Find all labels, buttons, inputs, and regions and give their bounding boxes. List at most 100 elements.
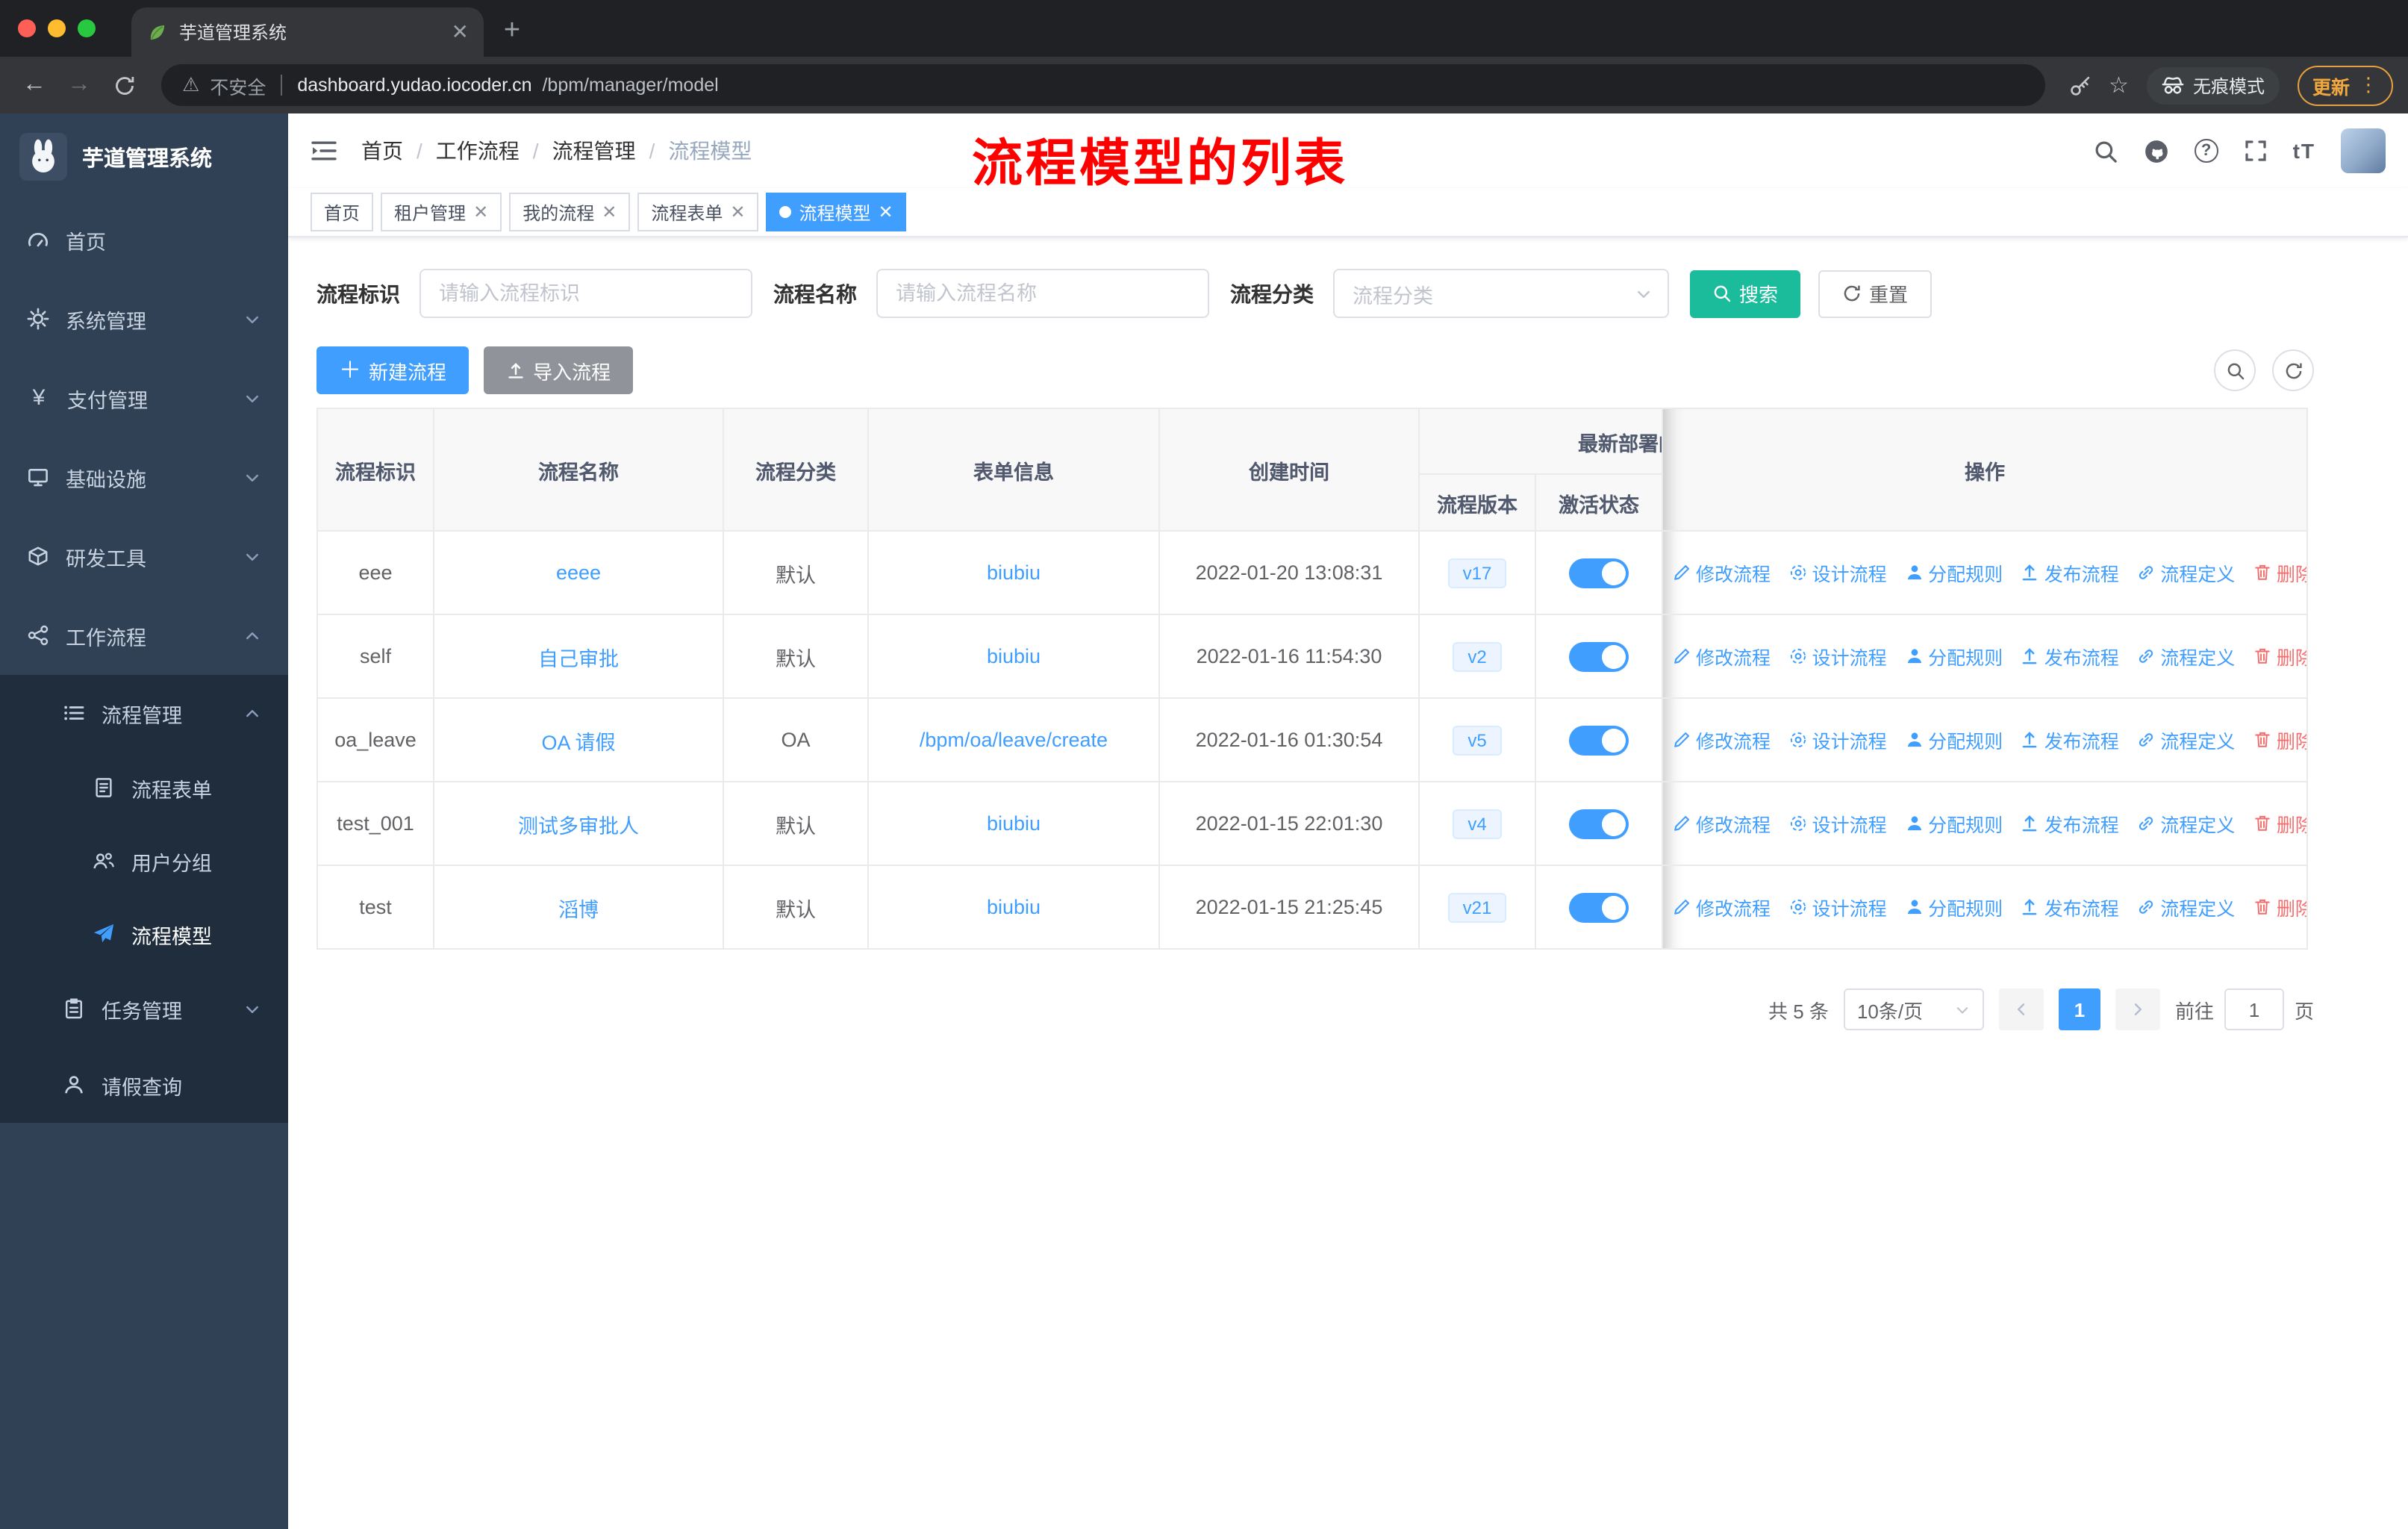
action-process-definition[interactable]: 流程定义 — [2136, 809, 2235, 838]
form-info-link[interactable]: biubiu — [987, 812, 1041, 835]
action-design-process[interactable]: 设计流程 — [1788, 809, 1887, 838]
action-design-process[interactable]: 设计流程 — [1788, 726, 1887, 754]
sidebar-item-home[interactable]: 首页 — [0, 200, 288, 279]
import-process-button[interactable]: 导入流程 — [484, 346, 634, 394]
create-process-button[interactable]: ＋ 新建流程 — [316, 346, 470, 394]
sidebar-item-user-group[interactable]: 用户分组 — [0, 824, 288, 897]
active-state-toggle[interactable] — [1569, 558, 1629, 588]
help-icon[interactable]: ? — [2194, 139, 2218, 163]
address-bar[interactable]: ⚠ 不安全 dashboard.yudao.iocoder.cn /bpm/ma… — [161, 64, 2045, 106]
browser-menu-update-button[interactable]: 更新 ⋮ — [2297, 65, 2393, 105]
action-edit-process[interactable]: 修改流程 — [1672, 558, 1771, 587]
action-delete[interactable]: 删除 — [2253, 893, 2306, 921]
search-icon[interactable] — [2093, 138, 2118, 164]
form-info-link[interactable]: biubiu — [987, 645, 1041, 667]
action-edit-process[interactable]: 修改流程 — [1672, 642, 1771, 670]
action-assign-rule[interactable]: 分配规则 — [1904, 809, 2003, 838]
sidebar-item-system[interactable]: 系统管理 — [0, 279, 288, 358]
action-delete[interactable]: 删除 — [2253, 558, 2306, 587]
sidebar-item-infra[interactable]: 基础设施 — [0, 437, 288, 517]
action-delete[interactable]: 删除 — [2253, 642, 2306, 670]
reset-button[interactable]: 重置 — [1818, 270, 1933, 317]
forward-button[interactable]: → — [60, 66, 99, 105]
action-assign-rule[interactable]: 分配规则 — [1904, 726, 2003, 754]
action-process-definition[interactable]: 流程定义 — [2136, 893, 2235, 921]
bookmark-star-icon[interactable]: ☆ — [2109, 72, 2129, 99]
next-page-button[interactable] — [2115, 988, 2160, 1030]
fullscreen-icon[interactable] — [2244, 139, 2268, 163]
sidebar-item-workflow[interactable]: 工作流程 — [0, 596, 288, 675]
back-button[interactable]: ← — [15, 66, 54, 105]
prev-page-button[interactable] — [1998, 988, 2044, 1030]
tag-my-process[interactable]: 我的流程 ✕ — [509, 193, 631, 231]
sidebar-collapse-icon[interactable] — [311, 139, 337, 163]
minimize-window-button[interactable] — [48, 19, 66, 37]
goto-page-input[interactable] — [2224, 988, 2284, 1030]
sidebar-item-devtools[interactable]: 研发工具 — [0, 517, 288, 596]
sidebar-item-process-form[interactable]: 流程表单 — [0, 751, 288, 824]
process-key-input[interactable] — [419, 269, 752, 318]
breadcrumb-workflow[interactable]: 工作流程 — [436, 136, 520, 166]
process-name-input[interactable] — [876, 269, 1209, 318]
tag-process-model[interactable]: 流程模型 ✕ — [766, 193, 907, 231]
model-name-link[interactable]: 滔博 — [558, 898, 599, 921]
close-icon[interactable]: ✕ — [879, 202, 893, 222]
action-publish-process[interactable]: 发布流程 — [2021, 558, 2119, 587]
search-button[interactable]: 搜索 — [1690, 270, 1801, 317]
refresh-table-button[interactable] — [2272, 349, 2314, 391]
reload-button[interactable] — [105, 66, 143, 105]
action-design-process[interactable]: 设计流程 — [1788, 558, 1887, 587]
font-size-icon[interactable]: tT — [2293, 139, 2315, 163]
form-info-link[interactable]: biubiu — [987, 561, 1041, 584]
action-assign-rule[interactable]: 分配规则 — [1904, 893, 2003, 921]
model-name-link[interactable]: 自己审批 — [538, 647, 619, 670]
process-category-select[interactable]: 流程分类 — [1333, 269, 1669, 318]
active-state-toggle[interactable] — [1569, 641, 1629, 671]
action-design-process[interactable]: 设计流程 — [1788, 893, 1887, 921]
action-assign-rule[interactable]: 分配规则 — [1904, 558, 2003, 587]
active-state-toggle[interactable] — [1569, 809, 1629, 838]
current-page-button[interactable]: 1 — [2058, 988, 2100, 1030]
action-edit-process[interactable]: 修改流程 — [1672, 809, 1771, 838]
password-key-icon[interactable] — [2068, 74, 2091, 96]
action-edit-process[interactable]: 修改流程 — [1672, 726, 1771, 754]
close-window-button[interactable] — [18, 19, 36, 37]
active-state-toggle[interactable] — [1569, 892, 1629, 922]
tag-home[interactable]: 首页 — [311, 193, 374, 231]
breadcrumb-process-management[interactable]: 流程管理 — [552, 136, 636, 166]
action-edit-process[interactable]: 修改流程 — [1672, 893, 1771, 921]
sidebar-item-task-management[interactable]: 任务管理 — [0, 971, 288, 1047]
zoom-window-button[interactable] — [78, 19, 96, 37]
model-name-link[interactable]: eeee — [556, 561, 601, 584]
new-tab-button[interactable]: + — [493, 12, 531, 51]
sidebar-item-process-management[interactable]: 流程管理 — [0, 675, 288, 751]
github-icon[interactable] — [2144, 138, 2169, 164]
sidebar-item-process-model[interactable]: 流程模型 — [0, 897, 288, 971]
action-publish-process[interactable]: 发布流程 — [2021, 893, 2119, 921]
action-publish-process[interactable]: 发布流程 — [2021, 642, 2119, 670]
active-state-toggle[interactable] — [1569, 725, 1629, 755]
action-publish-process[interactable]: 发布流程 — [2021, 809, 2119, 838]
close-icon[interactable]: ✕ — [473, 202, 488, 222]
sidebar-item-payment[interactable]: ¥ 支付管理 — [0, 358, 288, 437]
form-info-link[interactable]: biubiu — [987, 896, 1041, 918]
breadcrumb-home[interactable]: 首页 — [361, 136, 403, 166]
tag-process-form[interactable]: 流程表单 ✕ — [637, 193, 759, 231]
action-process-definition[interactable]: 流程定义 — [2136, 558, 2235, 587]
sidebar-item-leave-query[interactable]: 请假查询 — [0, 1047, 288, 1123]
close-icon[interactable]: ✕ — [602, 202, 617, 222]
model-name-link[interactable]: OA 请假 — [541, 731, 615, 753]
action-process-definition[interactable]: 流程定义 — [2136, 642, 2235, 670]
action-delete[interactable]: 删除 — [2253, 726, 2306, 754]
page-size-select[interactable]: 10条/页 — [1843, 988, 1984, 1030]
tag-tenant[interactable]: 租户管理 ✕ — [381, 193, 502, 231]
action-publish-process[interactable]: 发布流程 — [2021, 726, 2119, 754]
close-icon[interactable]: ✕ — [730, 202, 745, 222]
form-info-link[interactable]: /bpm/oa/leave/create — [920, 729, 1108, 751]
toggle-search-button[interactable] — [2214, 349, 2256, 391]
tab-close-icon[interactable]: ✕ — [452, 19, 469, 45]
browser-tab[interactable]: 芋道管理系统 ✕ — [131, 7, 484, 57]
user-avatar[interactable] — [2341, 128, 2386, 173]
action-delete[interactable]: 删除 — [2253, 809, 2306, 838]
action-design-process[interactable]: 设计流程 — [1788, 642, 1887, 670]
